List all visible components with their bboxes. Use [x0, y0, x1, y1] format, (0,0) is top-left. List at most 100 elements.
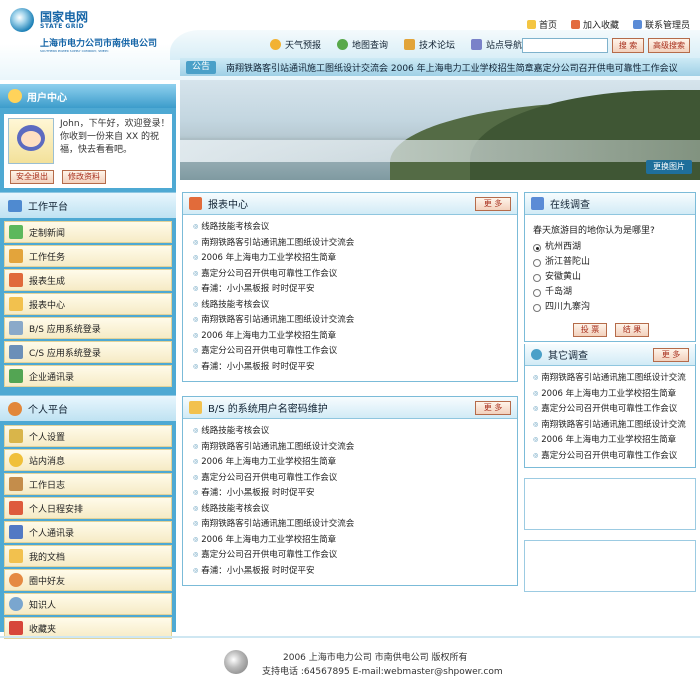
list-item[interactable]: 线路技能考核会议 — [193, 501, 517, 517]
survey-option[interactable]: 千岛湖 — [533, 285, 695, 300]
list-item[interactable]: 南翔铁路客引站通讯施工图纸设计交流会 — [193, 235, 517, 251]
computer-icon — [9, 345, 23, 359]
menu-knowledge[interactable]: 知识人 — [4, 593, 172, 615]
list-item[interactable]: 南翔铁路客引站通讯施工图纸设计交流会 — [193, 312, 517, 328]
main-nav: 天气预报 地图查询 技术论坛 站点导航 — [270, 38, 522, 51]
menu-custom-news[interactable]: 定制新闻 — [4, 221, 172, 243]
survey-option[interactable]: 浙江普陀山 — [533, 255, 695, 270]
globe-icon — [337, 39, 349, 50]
survey-option[interactable]: 四川九寨沟 — [533, 300, 695, 315]
menu-bs-login[interactable]: B/S 应用系统登录 — [4, 317, 172, 339]
survey-option[interactable]: 杭州西湖 — [533, 240, 695, 255]
survey-option[interactable]: 安徽黄山 — [533, 270, 695, 285]
monitor-icon — [8, 199, 22, 212]
list-item[interactable]: 南翔铁路客引站通讯施工图纸设计交流 — [533, 417, 695, 433]
list-item[interactable]: 线路技能考核会议 — [193, 219, 517, 235]
list-item[interactable]: 春浦：小小黑板报 时时促平安 — [193, 359, 517, 375]
contact-icon — [632, 20, 642, 29]
address-book-icon — [9, 525, 23, 539]
edit-profile-button[interactable]: 修改资料 — [62, 170, 106, 184]
other-survey-more-button[interactable]: 更 多 — [653, 348, 689, 362]
menu-personal-settings[interactable]: 个人设置 — [4, 425, 172, 447]
avatar-face — [21, 131, 41, 147]
list-item[interactable]: 嘉定分公司召开供电可靠性工作会议 — [533, 448, 695, 464]
report-center-more-button[interactable]: 更 多 — [475, 197, 511, 211]
company-name-en: SOUTHERN POWER SUPPLY COMPANY, SMEPC — [40, 49, 109, 53]
radio-button[interactable] — [533, 243, 541, 252]
list-item[interactable]: 线路技能考核会议 — [193, 297, 517, 313]
menu-report-center[interactable]: 报表中心 — [4, 293, 172, 315]
announcement-tag: 公告 — [186, 60, 216, 74]
avatar — [8, 118, 54, 164]
nav-sitemap[interactable]: 站点导航 — [471, 38, 522, 51]
radio-button[interactable] — [533, 258, 541, 267]
list-item[interactable]: 线路技能考核会议 — [193, 423, 517, 439]
weather-icon — [270, 39, 281, 50]
folder-open-icon — [9, 549, 23, 563]
users-icon — [8, 89, 22, 103]
list-item[interactable]: 南翔铁路客引站通讯施工图纸设计交流会 — [193, 516, 517, 532]
notebook-icon — [9, 477, 23, 491]
radio-button[interactable] — [533, 288, 541, 297]
advanced-search-button[interactable]: 高级搜索 — [648, 38, 690, 53]
menu-my-documents[interactable]: 我的文档 — [4, 545, 172, 567]
menu-cs-login[interactable]: C/S 应用系统登录 — [4, 341, 172, 363]
work-platform-menu: 定制新闻 工作任务 报表生成 报表中心 B/S 应用系统登录 C/S 应用系统登… — [4, 221, 172, 389]
page: 国家电网 STATE GRID 上海市电力公司市南供电公司 SOUTHERN P… — [0, 0, 700, 696]
menu-work-task[interactable]: 工作任务 — [4, 245, 172, 267]
empty-panel — [524, 478, 696, 530]
change-image-button[interactable]: 更换图片 — [646, 160, 692, 174]
company-name: 上海市电力公司市南供电公司 — [40, 39, 158, 49]
list-item[interactable]: 2006 年上海电力工业学校招生简章 — [193, 250, 517, 266]
menu-friends[interactable]: 圈中好友 — [4, 569, 172, 591]
arrow-icon — [531, 349, 542, 360]
announcement-text[interactable]: 南翔铁路客引站通讯施工图纸设计交流会 2006 年上海电力工业学校招生简章嘉定分… — [226, 61, 678, 74]
radio-button[interactable] — [533, 303, 541, 312]
radio-button[interactable] — [533, 273, 541, 282]
list-item[interactable]: 嘉定分公司召开供电可靠性工作会议 — [193, 343, 517, 359]
list-item[interactable]: 嘉定分公司召开供电可靠性工作会议 — [193, 547, 517, 563]
list-item[interactable]: 2006 年上海电力工业学校招生简章 — [193, 454, 517, 470]
footer-copyright: 2006 上海市电力公司 市南供电公司 版权所有 — [283, 653, 468, 663]
menu-schedule[interactable]: 个人日程安排 — [4, 497, 172, 519]
nav-weather[interactable]: 天气预报 — [270, 38, 321, 51]
bs-password-list: 线路技能考核会议 南翔铁路客引站通讯施工图纸设计交流会 2006 年上海电力工业… — [183, 419, 517, 578]
list-item[interactable]: 春浦：小小黑板报 时时促平安 — [193, 281, 517, 297]
folder-icon — [9, 297, 23, 311]
list-item[interactable]: 2006 年上海电力工业学校招生简章 — [533, 432, 695, 448]
report-center-list: 线路技能考核会议 南翔铁路客引站通讯施工图纸设计交流会 2006 年上海电力工业… — [183, 215, 517, 374]
sitemap-icon — [471, 39, 483, 50]
personal-platform-header: 个人平台 — [0, 395, 176, 421]
other-survey-panel: 其它调查 更 多 南翔铁路客引站通讯施工图纸设计交流 2006 年上海电力工业学… — [524, 344, 696, 468]
list-item[interactable]: 2006 年上海电力工业学校招生简章 — [533, 386, 695, 402]
list-item[interactable]: 嘉定分公司召开供电可靠性工作会议 — [193, 470, 517, 486]
search-input[interactable] — [522, 38, 608, 53]
check-icon — [9, 225, 23, 239]
bs-password-more-button[interactable]: 更 多 — [475, 401, 511, 415]
result-button[interactable]: 结 果 — [615, 323, 649, 337]
bs-password-header: B/S 的系统用户名密码维护 更 多 — [183, 397, 517, 419]
menu-work-log[interactable]: 工作日志 — [4, 473, 172, 495]
list-item[interactable]: 嘉定分公司召开供电可靠性工作会议 — [193, 266, 517, 282]
search-button[interactable]: 搜 索 — [612, 38, 644, 53]
list-item[interactable]: 春浦：小小黑板报 时时促平安 — [193, 485, 517, 501]
menu-enterprise-contacts[interactable]: 企业通讯录 — [4, 365, 172, 387]
menu-messages[interactable]: 站内消息 — [4, 449, 172, 471]
logout-button[interactable]: 安全退出 — [10, 170, 54, 184]
list-item[interactable]: 2006 年上海电力工业学校招生简章 — [193, 532, 517, 548]
calendar-icon — [9, 501, 23, 515]
list-item[interactable]: 南翔铁路客引站通讯施工图纸设计交流会 — [193, 439, 517, 455]
report-icon — [9, 273, 23, 287]
nav-forum[interactable]: 技术论坛 — [404, 38, 455, 51]
document-icon — [9, 321, 23, 335]
user-card: John，下午好，欢迎登录！你收到一份来自 XX 的祝福，快去看看吧。 安全退出… — [4, 114, 172, 188]
menu-personal-contacts[interactable]: 个人通讯录 — [4, 521, 172, 543]
list-item[interactable]: 嘉定分公司召开供电可靠性工作会议 — [533, 401, 695, 417]
list-item[interactable]: 南翔铁路客引站通讯施工图纸设计交流 — [533, 370, 695, 386]
menu-report-generate[interactable]: 报表生成 — [4, 269, 172, 291]
list-item[interactable]: 春浦：小小黑板报 时时促平安 — [193, 563, 517, 579]
vote-button[interactable]: 投 票 — [573, 323, 607, 337]
contacts-icon — [9, 369, 23, 383]
list-item[interactable]: 2006 年上海电力工业学校招生简章 — [193, 328, 517, 344]
nav-map[interactable]: 地图查询 — [337, 38, 388, 51]
